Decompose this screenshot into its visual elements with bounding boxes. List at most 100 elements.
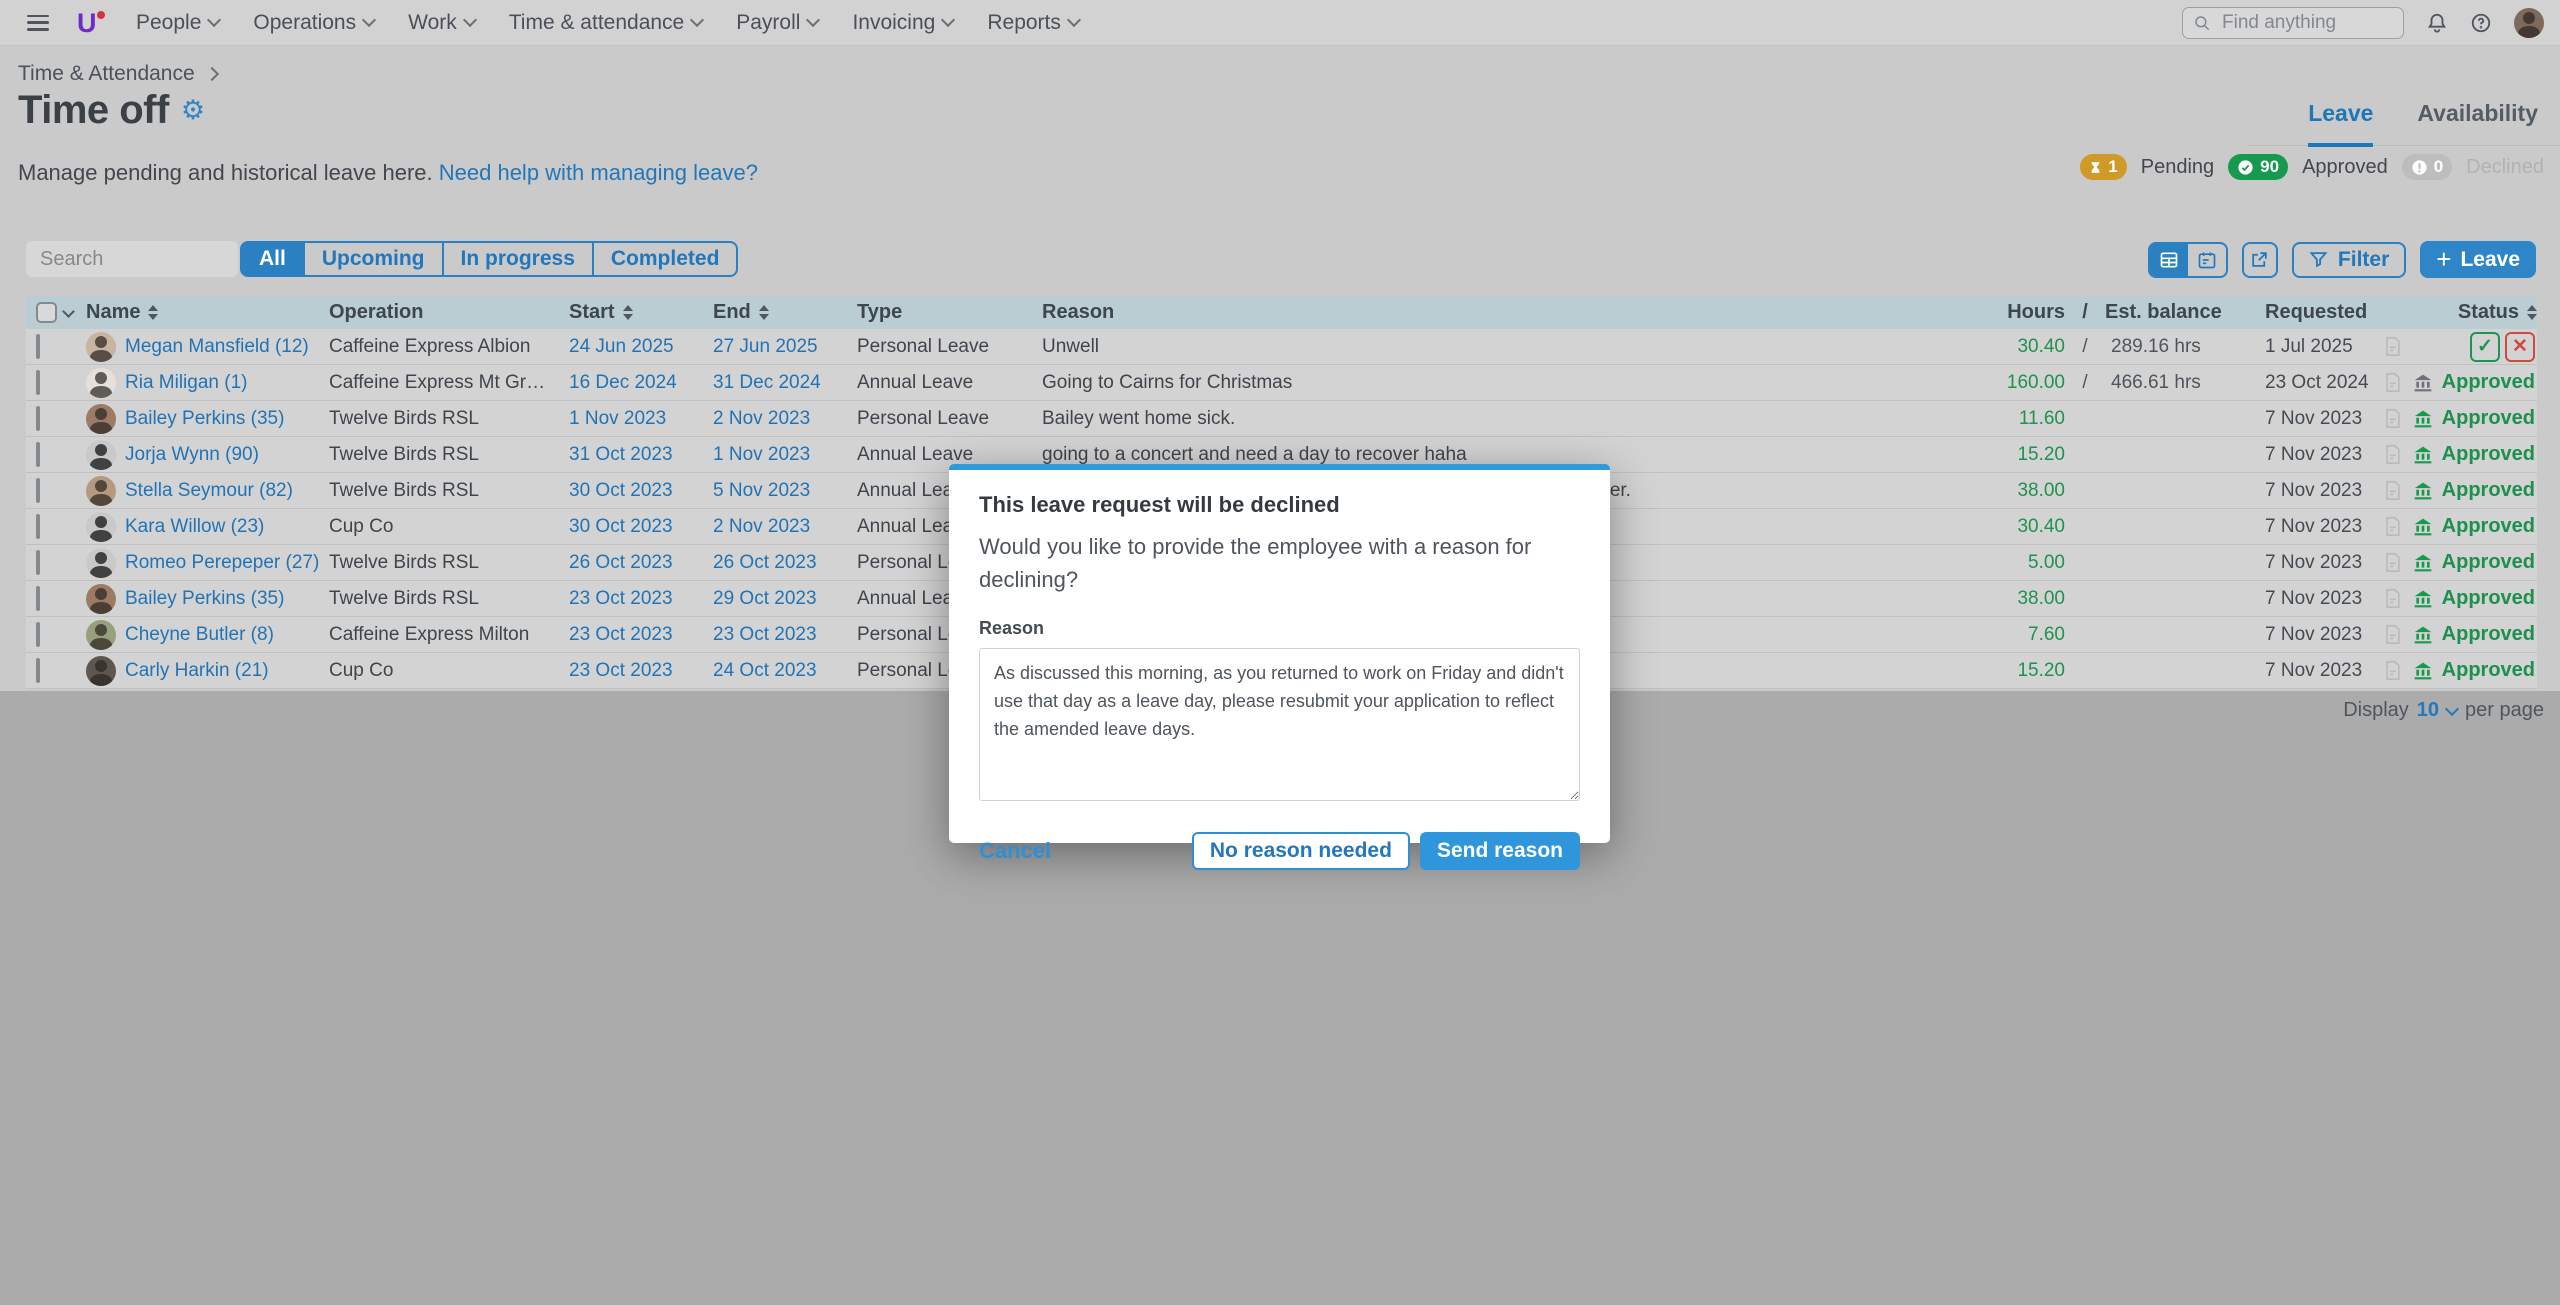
end-date-link[interactable]: 1 Nov 2023 bbox=[713, 444, 810, 465]
app-logo[interactable]: U bbox=[77, 8, 107, 38]
row-checkbox[interactable] bbox=[36, 406, 40, 431]
user-avatar[interactable] bbox=[2514, 8, 2544, 38]
end-date-link[interactable]: 5 Nov 2023 bbox=[713, 480, 810, 501]
notifications-bell-icon[interactable] bbox=[2426, 12, 2448, 34]
document-icon[interactable] bbox=[2383, 624, 2402, 645]
nav-item-people[interactable]: People bbox=[121, 0, 234, 45]
column-header-name[interactable]: Name bbox=[86, 301, 329, 324]
employee-link[interactable]: Ria Miligan (1) bbox=[125, 372, 247, 394]
nav-item-payroll[interactable]: Payroll bbox=[721, 0, 833, 45]
help-icon[interactable] bbox=[2470, 12, 2492, 34]
row-checkbox[interactable] bbox=[36, 334, 40, 359]
add-leave-button[interactable]: + Leave bbox=[2420, 241, 2536, 278]
column-header-end[interactable]: End bbox=[713, 301, 857, 324]
employee-link[interactable]: Bailey Perkins (35) bbox=[125, 588, 284, 610]
document-icon[interactable] bbox=[2383, 336, 2402, 357]
document-icon[interactable] bbox=[2383, 408, 2402, 429]
column-header-status[interactable]: Status bbox=[2370, 301, 2537, 324]
nav-item-reports[interactable]: Reports bbox=[972, 0, 1094, 45]
filter-button[interactable]: Filter bbox=[2292, 242, 2406, 278]
employee-link[interactable]: Carly Harkin (21) bbox=[125, 660, 269, 682]
start-date-link[interactable]: 23 Oct 2023 bbox=[569, 660, 673, 681]
end-date-link[interactable]: 24 Oct 2023 bbox=[713, 660, 817, 681]
document-icon[interactable] bbox=[2383, 552, 2402, 573]
calendar-view-icon[interactable] bbox=[2188, 244, 2226, 276]
filter-completed-button[interactable]: Completed bbox=[594, 241, 739, 277]
end-date-link[interactable]: 29 Oct 2023 bbox=[713, 588, 817, 609]
employee-link[interactable]: Jorja Wynn (90) bbox=[125, 444, 259, 466]
row-checkbox[interactable] bbox=[36, 478, 40, 503]
start-date-link[interactable]: 30 Oct 2023 bbox=[569, 516, 673, 537]
status-summary-badges: 1 Pending 90 Approved 0 Declined bbox=[2080, 154, 2544, 180]
tab-leave[interactable]: Leave bbox=[2308, 100, 2373, 147]
row-checkbox[interactable] bbox=[36, 442, 40, 467]
settings-gear-icon[interactable]: ⚙ bbox=[181, 97, 205, 124]
column-header-type: Type bbox=[857, 301, 1042, 324]
column-header-requested[interactable]: Requested bbox=[2250, 301, 2370, 324]
employee-link[interactable]: Stella Seymour (82) bbox=[125, 480, 293, 502]
filter-in-progress-button[interactable]: In progress bbox=[444, 241, 594, 277]
start-date-link[interactable]: 30 Oct 2023 bbox=[569, 480, 673, 501]
hours-cell: 30.40 bbox=[1985, 336, 2065, 358]
document-icon[interactable] bbox=[2383, 480, 2402, 501]
chevron-down-icon[interactable] bbox=[62, 305, 75, 318]
start-date-link[interactable]: 24 Jun 2025 bbox=[569, 336, 674, 357]
end-date-link[interactable]: 2 Nov 2023 bbox=[713, 408, 810, 429]
breadcrumb[interactable]: Time & Attendance bbox=[18, 62, 217, 86]
export-external-link-icon[interactable] bbox=[2242, 242, 2278, 278]
end-date-link[interactable]: 31 Dec 2024 bbox=[713, 372, 821, 393]
document-icon[interactable] bbox=[2383, 444, 2402, 465]
employee-link[interactable]: Megan Mansfield (12) bbox=[125, 336, 309, 358]
filter-upcoming-button[interactable]: Upcoming bbox=[305, 241, 444, 277]
nav-item-invoicing[interactable]: Invoicing bbox=[837, 0, 968, 45]
document-icon[interactable] bbox=[2383, 516, 2402, 537]
document-icon[interactable] bbox=[2383, 660, 2402, 681]
start-date-link[interactable]: 16 Dec 2024 bbox=[569, 372, 677, 393]
table-search[interactable] bbox=[26, 241, 238, 277]
tab-availability[interactable]: Availability bbox=[2417, 100, 2538, 145]
end-date-link[interactable]: 26 Oct 2023 bbox=[713, 552, 817, 573]
hamburger-menu-icon[interactable] bbox=[27, 15, 49, 31]
table-search-input[interactable] bbox=[38, 247, 226, 272]
requested-cell: 7 Nov 2023 bbox=[2250, 660, 2370, 682]
row-checkbox[interactable] bbox=[36, 550, 40, 575]
approve-request-button[interactable]: ✓ bbox=[2470, 332, 2500, 362]
send-reason-button[interactable]: Send reason bbox=[1420, 832, 1580, 870]
end-date-link[interactable]: 23 Oct 2023 bbox=[713, 624, 817, 645]
filter-all-button[interactable]: All bbox=[240, 241, 305, 277]
nav-item-time-attendance[interactable]: Time & attendance bbox=[494, 0, 718, 45]
global-search[interactable] bbox=[2182, 7, 2404, 39]
row-checkbox[interactable] bbox=[36, 370, 40, 395]
nav-item-operations[interactable]: Operations bbox=[238, 0, 389, 45]
row-checkbox[interactable] bbox=[36, 514, 40, 539]
employee-link[interactable]: Kara Willow (23) bbox=[125, 516, 264, 538]
nav-item-work[interactable]: Work bbox=[393, 0, 490, 45]
column-header-start[interactable]: Start bbox=[569, 301, 713, 324]
employee-link[interactable]: Romeo Perepeper (27) bbox=[125, 552, 319, 574]
end-date-link[interactable]: 27 Jun 2025 bbox=[713, 336, 818, 357]
decline-request-button[interactable]: ✕ bbox=[2505, 332, 2535, 362]
reason-textarea[interactable]: As discussed this morning, as you return… bbox=[979, 648, 1580, 801]
employee-link[interactable]: Cheyne Butler (8) bbox=[125, 624, 274, 646]
document-icon[interactable] bbox=[2383, 372, 2402, 393]
document-icon[interactable] bbox=[2383, 588, 2402, 609]
start-date-link[interactable]: 23 Oct 2023 bbox=[569, 588, 673, 609]
table-view-icon[interactable] bbox=[2150, 244, 2188, 276]
global-search-input[interactable] bbox=[2220, 11, 2374, 35]
start-date-link[interactable]: 31 Oct 2023 bbox=[569, 444, 673, 465]
employee-link[interactable]: Bailey Perkins (35) bbox=[125, 408, 284, 430]
page-size-select[interactable]: 10 bbox=[2417, 699, 2439, 722]
row-checkbox[interactable] bbox=[36, 622, 40, 647]
cancel-button[interactable]: Cancel bbox=[979, 838, 1051, 864]
start-date-link[interactable]: 23 Oct 2023 bbox=[569, 624, 673, 645]
start-date-link[interactable]: 26 Oct 2023 bbox=[569, 552, 673, 573]
start-date-link[interactable]: 1 Nov 2023 bbox=[569, 408, 666, 429]
help-managing-leave-link[interactable]: Need help with managing leave? bbox=[439, 160, 758, 185]
chevron-down-icon[interactable] bbox=[2445, 701, 2459, 715]
no-reason-needed-button[interactable]: No reason needed bbox=[1192, 832, 1410, 870]
row-checkbox[interactable] bbox=[36, 586, 40, 611]
end-date-link[interactable]: 2 Nov 2023 bbox=[713, 516, 810, 537]
row-checkbox[interactable] bbox=[36, 658, 40, 683]
status-badge: Approved bbox=[2442, 515, 2535, 538]
select-all-checkbox[interactable] bbox=[36, 302, 57, 323]
